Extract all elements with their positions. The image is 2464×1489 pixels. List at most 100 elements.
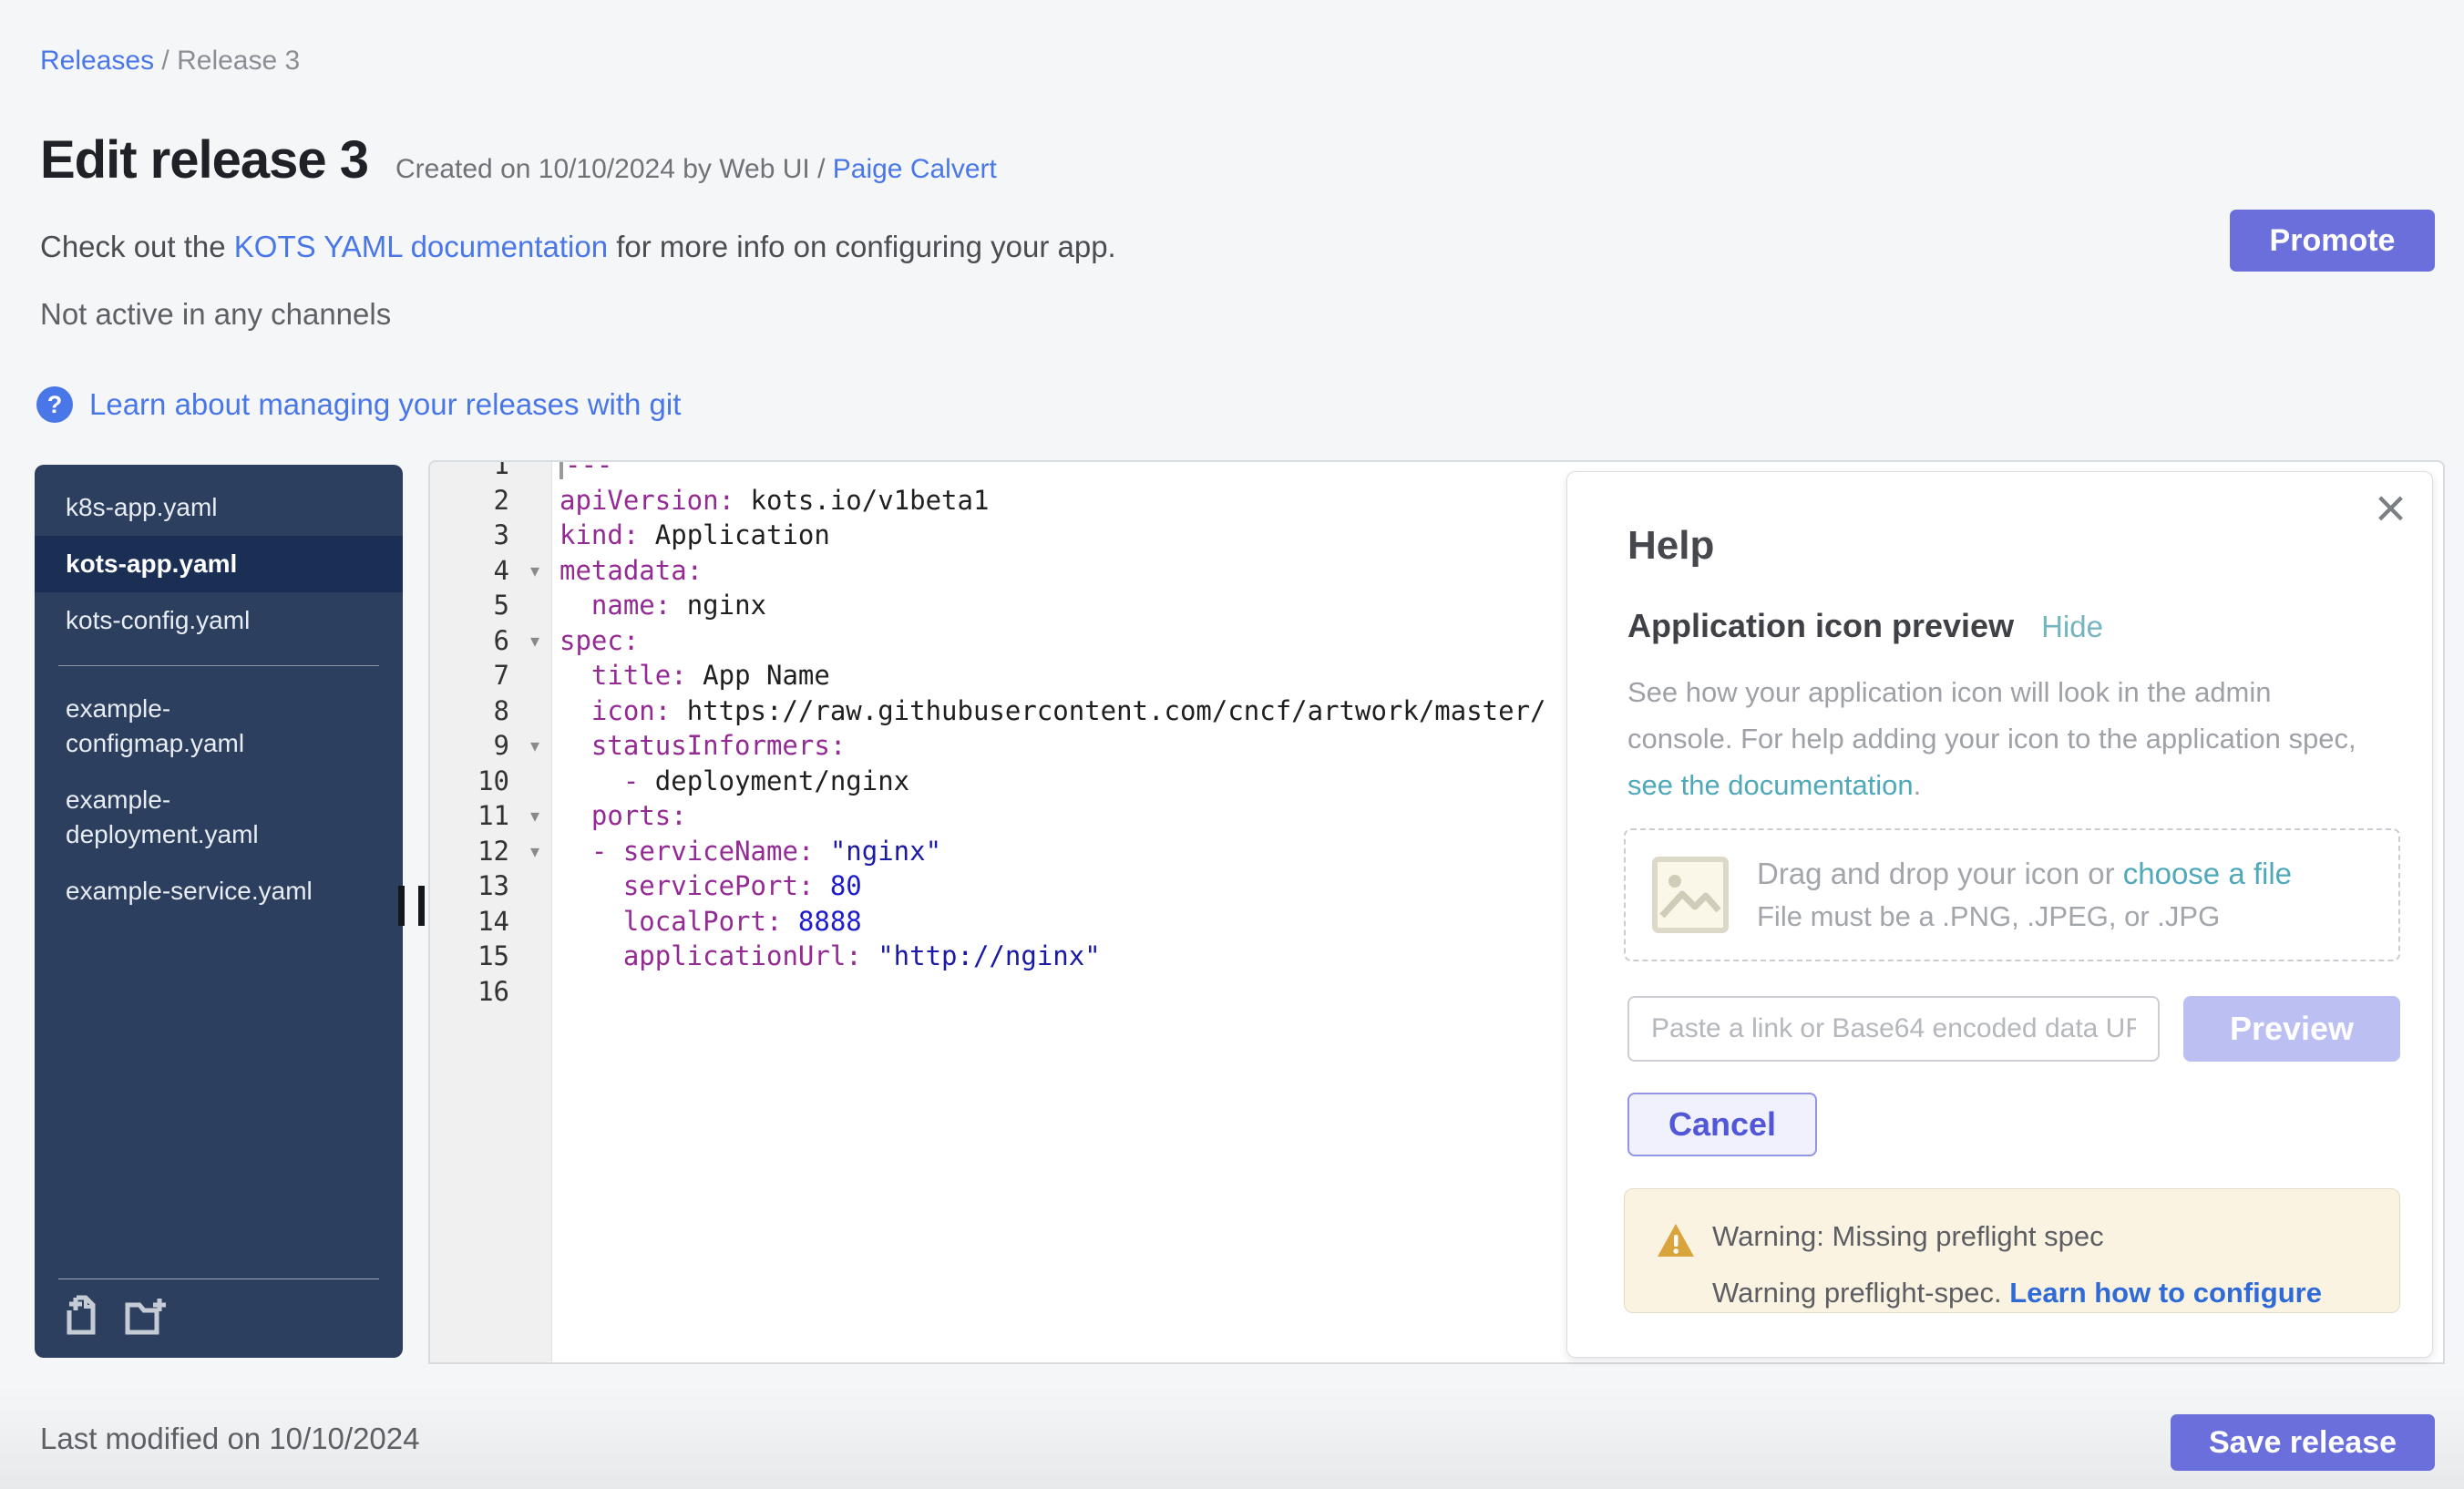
line-number: 13 (430, 868, 552, 904)
channel-status: Not active in any channels (40, 297, 391, 332)
line-number: 6▾ (430, 623, 552, 659)
docs-suffix: for more info on configuring your app. (608, 230, 1116, 263)
file-item-k8s-app.yaml[interactable]: k8s-app.yaml (35, 479, 403, 536)
sidebar-resize-handle[interactable] (398, 886, 425, 926)
preflight-warning-box: Warning: Missing preflight spec Warning … (1624, 1188, 2400, 1313)
question-icon: ? (36, 386, 73, 423)
fold-arrow-icon[interactable]: ▾ (530, 623, 539, 659)
warning-title: Warning: Missing preflight spec (1712, 1220, 2381, 1253)
code-text: kind: Application (552, 518, 830, 553)
resize-bar (398, 886, 405, 926)
line-number: 11▾ (430, 798, 552, 834)
line-number: 1 (430, 460, 552, 483)
line-number: 2 (430, 483, 552, 519)
file-label: kots-app.yaml (66, 547, 237, 581)
file-item-kots-config.yaml[interactable]: kots-config.yaml (35, 592, 403, 649)
image-placeholder-icon (1651, 856, 1730, 934)
code-text: spec: (552, 623, 639, 659)
code-text: - deployment/nginx (552, 764, 909, 799)
close-icon[interactable]: × (2375, 476, 2407, 541)
breadcrumb-current: Release 3 (177, 46, 300, 76)
file-label: example-configmap.yaml (66, 692, 332, 761)
drop-prefix: Drag and drop your icon or (1757, 857, 2123, 890)
description-line-2: console. For help adding your icon to th… (1627, 723, 2356, 755)
icon-preview-section-header: Application icon preview Hide (1627, 607, 2103, 645)
sidebar-bottom-toolbar (58, 1278, 379, 1338)
file-group-kots: k8s-app.yaml kots-app.yaml kots-config.yam… (35, 479, 403, 649)
last-modified-text: Last modified on 10/10/2024 (40, 1422, 419, 1456)
cancel-button[interactable]: Cancel (1627, 1093, 1817, 1156)
text-cursor (560, 460, 563, 479)
help-panel: × Help Application icon preview Hide See… (1566, 471, 2433, 1358)
file-label: k8s-app.yaml (66, 490, 218, 525)
line-number: 3 (430, 518, 552, 553)
line-number: 7 (430, 658, 552, 693)
line-number: 16 (430, 974, 552, 1010)
see-documentation-link[interactable]: see the documentation (1627, 769, 1914, 801)
docs-prefix: Check out the (40, 230, 234, 263)
file-group-divider (58, 665, 379, 666)
line-number: 4▾ (430, 553, 552, 589)
configure-preflight-link[interactable]: Learn how to configure (2009, 1277, 2322, 1309)
fold-arrow-icon[interactable]: ▾ (530, 798, 539, 834)
docs-line: Check out the KOTS YAML documentation fo… (40, 230, 1116, 264)
code-text: statusInformers: (552, 728, 846, 764)
new-file-icon[interactable] (58, 1294, 102, 1338)
warning-body: Warning preflight-spec. Learn how to con… (1712, 1277, 2381, 1309)
created-line: Created on 10/10/2024 by Web UI / Paige … (395, 154, 997, 185)
file-label: kots-config.yaml (66, 603, 250, 638)
git-releases-link[interactable]: Learn about managing your releases with … (89, 387, 681, 422)
code-text: --- (552, 460, 612, 483)
code-text: localPort: 8888 (552, 904, 862, 940)
line-number: 15 (430, 939, 552, 974)
icon-url-input[interactable] (1627, 996, 2160, 1062)
fold-arrow-icon[interactable]: ▾ (530, 553, 539, 589)
choose-file-link[interactable]: choose a file (2123, 857, 2292, 890)
icon-preview-description: See how your application icon will look … (1627, 669, 2356, 808)
page-title: Edit release 3 (40, 129, 368, 190)
file-item-example-service.yaml[interactable]: example-service.yaml (35, 863, 403, 919)
dropzone-text: Drag and drop your icon or choose a file… (1757, 857, 2292, 933)
promote-button[interactable]: Promote (2230, 210, 2435, 272)
code-text: applicationUrl: "http://nginx" (552, 939, 1101, 974)
title-row: Edit release 3 Created on 10/10/2024 by … (40, 129, 997, 190)
breadcrumb-releases-link[interactable]: Releases (40, 46, 154, 76)
icon-dropzone[interactable]: Drag and drop your icon or choose a file… (1624, 828, 2400, 961)
created-text: Created on 10/10/2024 by Web UI / (395, 154, 825, 184)
fold-arrow-icon[interactable]: ▾ (530, 728, 539, 764)
line-number: 5 (430, 588, 552, 623)
file-label: example-service.yaml (66, 874, 313, 909)
code-text: ports: (552, 798, 687, 834)
preview-button[interactable]: Preview (2183, 996, 2400, 1062)
code-text: name: nginx (552, 588, 766, 623)
file-item-example-deployment.yaml[interactable]: example-deployment.yaml (35, 772, 403, 863)
line-number: 9▾ (430, 728, 552, 764)
kots-yaml-docs-link[interactable]: KOTS YAML documentation (234, 230, 608, 263)
file-label: example-deployment.yaml (66, 783, 332, 852)
file-item-example-configmap.yaml[interactable]: example-configmap.yaml (35, 681, 403, 772)
code-text: servicePort: 80 (552, 868, 862, 904)
help-panel-title: Help (1627, 523, 1714, 569)
icon-url-row: Preview (1627, 996, 2400, 1062)
file-type-note: File must be a .PNG, .JPEG, or .JPG (1757, 900, 2292, 933)
breadcrumb: Releases / Release 3 (40, 46, 300, 77)
author-link[interactable]: Paige Calvert (833, 154, 997, 184)
resize-bar (418, 886, 425, 926)
save-release-button[interactable]: Save release (2171, 1414, 2435, 1471)
line-number: 8 (430, 693, 552, 729)
code-text: metadata: (552, 553, 703, 589)
line-number: 14 (430, 904, 552, 940)
file-group-examples: example-configmap.yaml example-deployment… (35, 681, 403, 919)
git-help-row: ? Learn about managing your releases wit… (36, 386, 681, 423)
breadcrumb-separator: / (161, 46, 177, 76)
fold-arrow-icon[interactable]: ▾ (530, 834, 539, 869)
icon-preview-title: Application icon preview (1627, 607, 2014, 645)
new-folder-icon[interactable] (124, 1294, 168, 1338)
hide-link[interactable]: Hide (2041, 610, 2103, 644)
code-text: - serviceName: "nginx" (552, 834, 941, 869)
line-number: 10 (430, 764, 552, 799)
file-item-kots-app.yaml[interactable]: kots-app.yaml (35, 536, 403, 592)
file-tree-sidebar: k8s-app.yaml kots-app.yaml kots-config.yam… (35, 465, 403, 1358)
code-text: title: App Name (552, 658, 830, 693)
line-number: 12▾ (430, 834, 552, 869)
